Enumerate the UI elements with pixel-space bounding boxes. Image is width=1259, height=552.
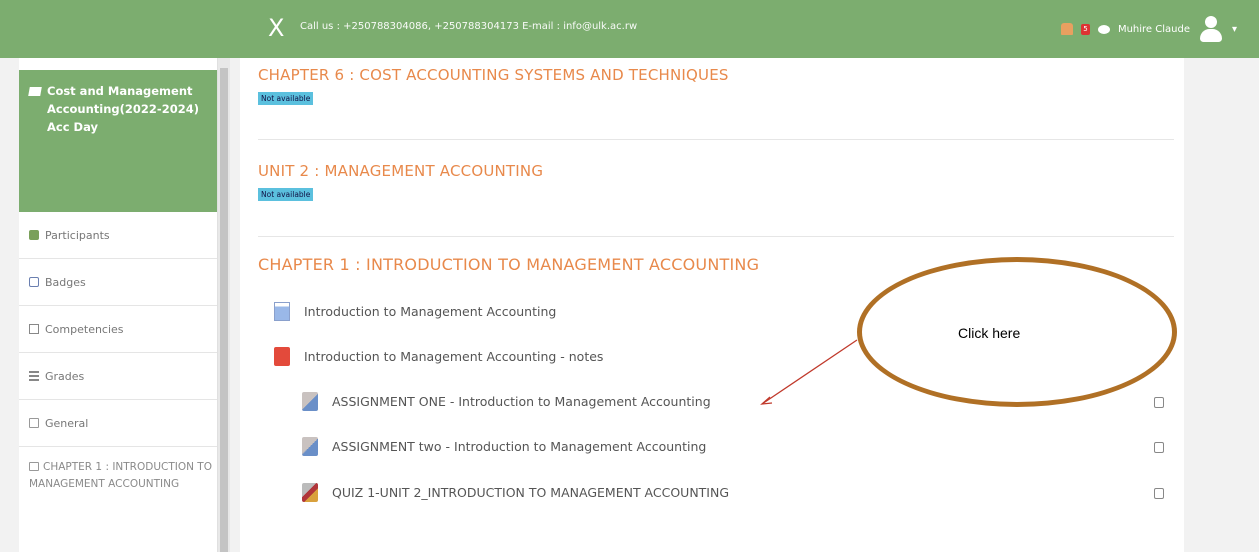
folder-icon	[29, 462, 39, 471]
activity-link[interactable]: Introduction to Management Accounting	[304, 304, 556, 319]
course-title: Cost and Management Accounting(2022-2024…	[47, 84, 199, 134]
quiz-icon	[302, 482, 318, 502]
completion-checkbox[interactable]	[1154, 488, 1164, 499]
messages-icon[interactable]	[1097, 24, 1110, 34]
notification-count-badge: 5	[1080, 23, 1090, 35]
section-chapter-6: CHAPTER 6 : COST ACCOUNTING SYSTEMS AND …	[258, 66, 1174, 105]
sidebar-item-chapter-1[interactable]: CHAPTER 1 : INTRODUCTION TO MANAGEMENT A…	[19, 447, 217, 493]
graduation-cap-icon	[28, 87, 42, 96]
people-icon	[29, 230, 39, 240]
sidebar-item-participants[interactable]: Participants	[19, 212, 217, 259]
divider	[258, 236, 1174, 237]
sidebar-item-course[interactable]: Cost and Management Accounting(2022-2024…	[19, 70, 217, 212]
badge-icon	[29, 277, 39, 287]
section-title[interactable]: UNIT 2 : MANAGEMENT ACCOUNTING	[258, 162, 1174, 180]
sidebar-item-label: Competencies	[45, 322, 124, 336]
assignment-icon	[302, 436, 318, 456]
contact-info: Call us : +250788304086, +250788304173 E…	[300, 21, 638, 32]
pdf-icon	[274, 346, 290, 366]
folder-icon	[29, 418, 39, 428]
user-menu[interactable]: 5 Muhire Claude ▾	[1060, 14, 1237, 44]
top-navbar: X Call us : +250788304086, +250788304173…	[0, 0, 1259, 58]
activity-link[interactable]: Introduction to Management Accounting - …	[304, 349, 603, 364]
sidebar-item-label: CHAPTER 1 : INTRODUCTION TO MANAGEMENT A…	[29, 461, 212, 490]
scrollbar-thumb[interactable]	[220, 68, 228, 552]
activity-item[interactable]: QUIZ 1-UNIT 2_INTRODUCTION TO MANAGEMENT…	[302, 479, 1164, 505]
close-icon[interactable]: X	[268, 14, 284, 42]
user-name[interactable]: Muhire Claude	[1118, 24, 1190, 35]
completion-checkbox[interactable]	[1154, 442, 1164, 453]
sidebar-item-badges[interactable]: Badges	[19, 259, 217, 306]
section-unit-2: UNIT 2 : MANAGEMENT ACCOUNTING Not avail…	[258, 162, 1174, 201]
annotation-label: Click here	[958, 325, 1021, 341]
not-available-badge: Not available	[258, 188, 314, 201]
sidebar-item-general[interactable]: General	[19, 400, 217, 447]
sidebar-scrollbar[interactable]	[218, 58, 230, 552]
chevron-down-icon[interactable]: ▾	[1232, 24, 1237, 35]
sidebar-item-label: Badges	[45, 275, 86, 289]
assignment-icon	[302, 391, 318, 411]
user-avatar-icon[interactable]	[1198, 15, 1224, 43]
sidebar-item-label: General	[45, 416, 89, 430]
divider	[258, 139, 1174, 140]
page-icon	[274, 301, 290, 321]
sidebar-item-label: Participants	[45, 228, 110, 242]
completion-checkbox[interactable]	[1154, 397, 1164, 408]
notification-bell-icon[interactable]	[1060, 23, 1073, 35]
activity-link[interactable]: QUIZ 1-UNIT 2_INTRODUCTION TO MANAGEMENT…	[332, 485, 729, 500]
grades-icon	[29, 371, 39, 381]
sidebar-item-grades[interactable]: Grades	[19, 353, 217, 400]
activity-item[interactable]: ASSIGNMENT two - Introduction to Managem…	[302, 433, 1164, 459]
sidebar-item-competencies[interactable]: Competencies	[19, 306, 217, 353]
activity-link[interactable]: ASSIGNMENT ONE - Introduction to Managem…	[332, 394, 711, 409]
course-sidebar: Cost and Management Accounting(2022-2024…	[19, 58, 218, 552]
activity-link[interactable]: ASSIGNMENT two - Introduction to Managem…	[332, 439, 706, 454]
competencies-icon	[29, 324, 39, 334]
section-title[interactable]: CHAPTER 6 : COST ACCOUNTING SYSTEMS AND …	[258, 66, 1174, 84]
sidebar-item-label: Grades	[45, 369, 85, 383]
not-available-badge: Not available	[258, 92, 314, 105]
